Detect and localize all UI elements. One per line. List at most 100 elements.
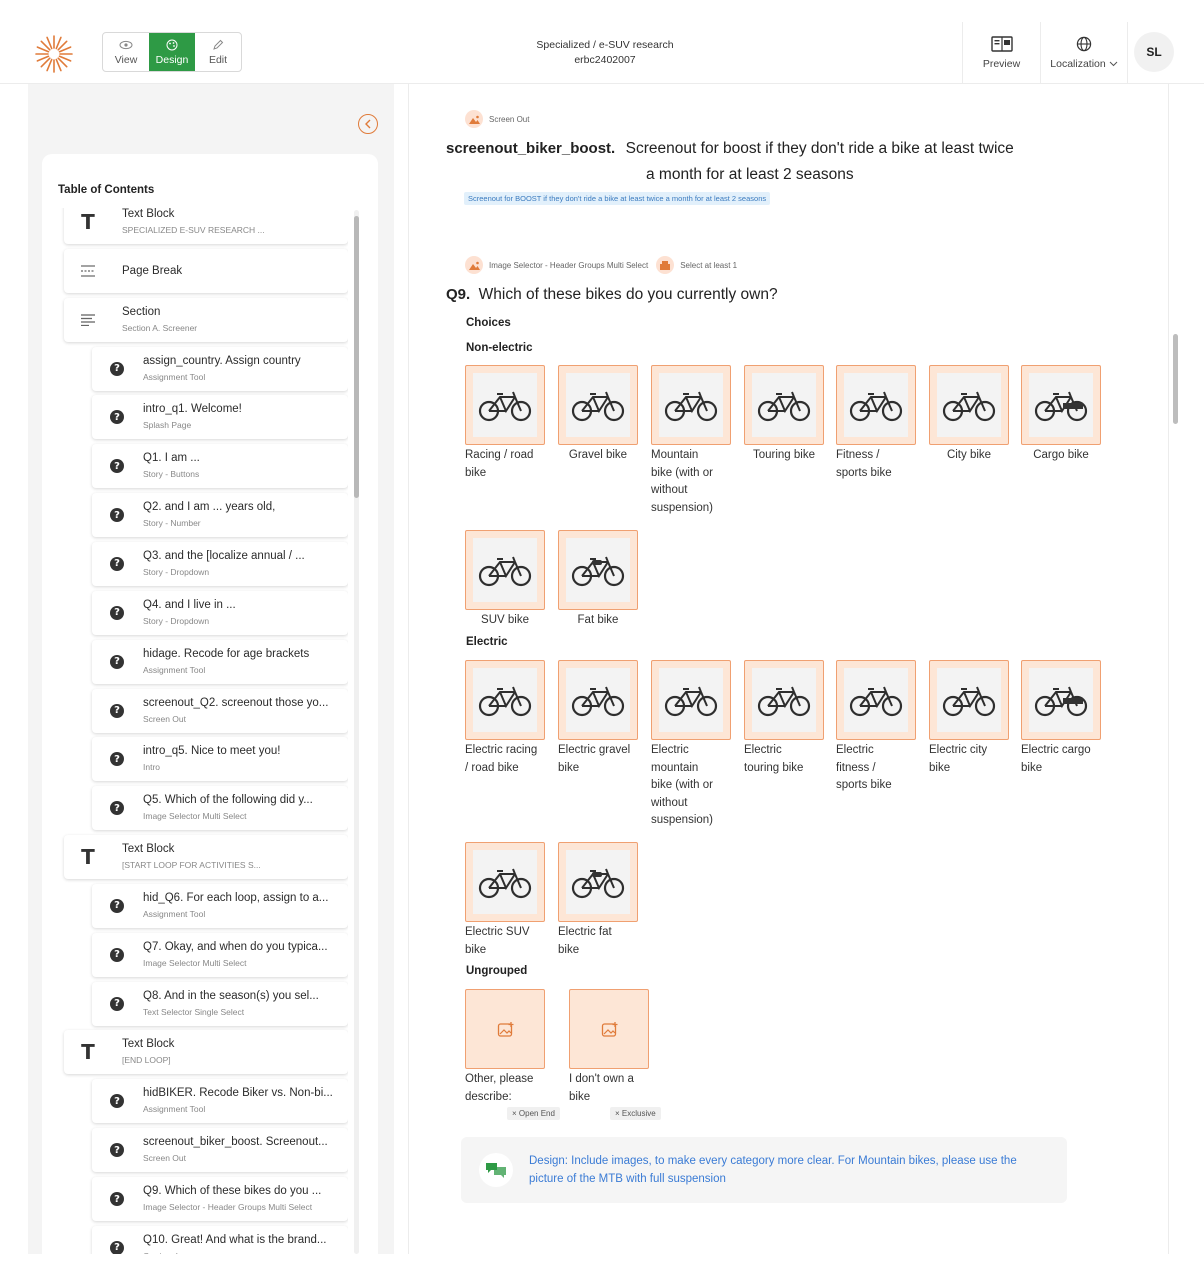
- choice-label-line: Fat bike: [577, 614, 619, 626]
- toc-item[interactable]: ? Q4. and I live in ... Story - Dropdown: [92, 590, 348, 635]
- question-icon: ?: [92, 884, 142, 928]
- choice-flag-chip[interactable]: × Exclusive: [610, 1107, 661, 1120]
- toc-item[interactable]: ? Q5. Which of the following did y... Imag…: [92, 786, 348, 831]
- view-mode-button[interactable]: View: [103, 33, 149, 71]
- text-block-icon: T: [81, 210, 95, 234]
- choice-flag-chip[interactable]: × Open End: [507, 1107, 560, 1120]
- choice-card[interactable]: [651, 660, 731, 740]
- user-avatar[interactable]: SL: [1134, 32, 1174, 72]
- choice-card[interactable]: [558, 660, 638, 740]
- toc-item[interactable]: ? hidage. Recode for age brackets Assignme…: [92, 639, 348, 684]
- toc-item[interactable]: ? Q2. and I am ... years old, Story - Numb…: [92, 493, 348, 538]
- choice-label: Electric SUV bike: [465, 924, 553, 959]
- choice-card[interactable]: [558, 365, 638, 445]
- choice-label: Fitness / sports bike: [836, 447, 924, 482]
- choice-card[interactable]: [558, 530, 638, 610]
- choice-card[interactable]: [836, 660, 916, 740]
- toc-scrollbar[interactable]: [354, 210, 359, 1254]
- toc-item-type: Assignment Tool: [143, 908, 206, 919]
- toc-item[interactable]: ? Q7. Okay, and when do you typica... Imag…: [92, 932, 348, 977]
- choice-flag-label: Open End: [518, 1109, 555, 1118]
- mode-switch: View Design Edit: [102, 32, 242, 72]
- choice-label-line: / road bike: [465, 761, 519, 774]
- checklist-icon: [656, 256, 675, 274]
- toc-item[interactable]: ?Q10. Great! And what is the brand... Car…: [92, 1225, 348, 1254]
- choice-label-line: SUV bike: [481, 614, 529, 626]
- chevron-down-icon: [1109, 61, 1118, 67]
- choice-card[interactable]: [465, 660, 545, 740]
- toc-item-type: Assignment Tool: [143, 371, 206, 382]
- remove-icon: ×: [615, 1109, 622, 1118]
- toc-item[interactable]: ? intro_q1. Welcome! Splash Page: [92, 395, 348, 440]
- question-icon: ?: [92, 493, 142, 537]
- toc-item[interactable]: ? hidBIKER. Recode Biker vs. Non-bi... Ass…: [92, 1079, 348, 1124]
- design-comment[interactable]: Design: Include images, to make every ca…: [461, 1137, 1067, 1203]
- eye-icon: [119, 40, 133, 49]
- choice-card[interactable]: [1021, 660, 1101, 740]
- choice-card[interactable]: [465, 365, 545, 445]
- choice-label-line: Touring bike: [752, 449, 815, 461]
- choice-label-line: Mountain: [651, 449, 699, 461]
- toc-item[interactable]: ? screenout_biker_boost. Screenout... Scre…: [92, 1128, 348, 1173]
- choice-card[interactable]: [929, 660, 1009, 740]
- choice-card[interactable]: [465, 530, 545, 610]
- choice-card[interactable]: [836, 365, 916, 445]
- toc-item[interactable]: ? Q9. Which of these bikes do you ... Imag…: [92, 1177, 348, 1221]
- screenout-heading[interactable]: screenout_biker_boost. Screenout for boo…: [446, 140, 1106, 158]
- toc-item-type: Image Selector Multi Select: [143, 811, 247, 822]
- q9-heading[interactable]: Q9. Which of these bikes do you currentl…: [446, 286, 778, 304]
- choice-card[interactable]: [744, 660, 824, 740]
- toc-item-label: intro_q5. Nice to meet you!: [143, 745, 281, 758]
- choice-card[interactable]: [1021, 365, 1101, 445]
- toc-item[interactable]: Section Section A. Screener: [64, 297, 348, 342]
- choice-label: SUV bike: [461, 612, 549, 630]
- design-mode-button[interactable]: Design: [149, 33, 195, 71]
- edit-mode-button[interactable]: Edit: [195, 33, 241, 71]
- question-icon: ?: [92, 395, 142, 439]
- toc-scrollbar-thumb[interactable]: [354, 216, 359, 498]
- toc-item-type: Screen Out: [143, 713, 186, 724]
- toc-item-label: hid_Q6. For each loop, assign to a...: [143, 891, 329, 904]
- brand-logo[interactable]: [34, 34, 74, 74]
- question-icon: ?: [92, 591, 142, 635]
- toc-item[interactable]: ? Q3. and the [localize annual / ... Story…: [92, 541, 348, 586]
- choice-label: Other, please describe:: [465, 1071, 553, 1106]
- toc-item[interactable]: T Text Block [START LOOP FOR ACTIVITIES S.…: [64, 835, 348, 880]
- toc-item[interactable]: ? screenout_Q2. screenout those yo... Scre…: [92, 688, 348, 733]
- question-icon: ?: [92, 542, 142, 586]
- choice-label-line: suspension): [651, 814, 714, 826]
- choice-label-line: bike: [569, 1090, 591, 1103]
- main-scrollbar[interactable]: [1173, 334, 1178, 424]
- collapse-sidebar-button[interactable]: [358, 114, 378, 134]
- toc-item[interactable]: ? Q8. And in the season(s) you sel... Text…: [92, 981, 348, 1026]
- choice-label-line: Racing / road: [465, 449, 534, 461]
- choice-card[interactable]: [558, 842, 638, 922]
- group-title-nonelectric: Non-electric: [466, 342, 533, 354]
- toc-item[interactable]: ? intro_q5. Nice to meet you! Intro: [92, 737, 348, 782]
- toc-item-label: assign_country. Assign country: [143, 354, 301, 367]
- toc-item[interactable]: Page Break: [64, 248, 348, 293]
- toc-item[interactable]: ? assign_country. Assign country Assignmen…: [92, 346, 348, 391]
- choice-label-line: without: [651, 796, 688, 809]
- toc-item[interactable]: T Text Block [END LOOP]: [64, 1030, 348, 1075]
- choice-card[interactable]: [744, 365, 824, 445]
- choice-card[interactable]: [929, 365, 1009, 445]
- choice-card[interactable]: [569, 989, 649, 1069]
- choice-label-line: Cargo bike: [1033, 449, 1089, 461]
- toc-item[interactable]: T Text Block SPECIALIZED E-SUV RESEARCH ..…: [64, 208, 348, 244]
- toc-item-type: Screen Out: [143, 1153, 186, 1164]
- preview-button[interactable]: Preview: [963, 22, 1040, 84]
- toc-item-label: Text Block: [122, 1038, 175, 1051]
- toc-item-label: Text Block: [122, 843, 175, 856]
- choice-card[interactable]: [651, 365, 731, 445]
- choice-label: Racing / road bike: [465, 447, 553, 482]
- toc-item[interactable]: ? hid_Q6. For each loop, assign to a... As…: [92, 883, 348, 928]
- toc-item[interactable]: ? Q1. I am ... Story - Buttons: [92, 444, 348, 489]
- choice-card[interactable]: [465, 842, 545, 922]
- preview-label: Preview: [982, 58, 1021, 70]
- choice-card[interactable]: [465, 989, 545, 1069]
- toc-list[interactable]: T Text Block SPECIALIZED E-SUV RESEARCH ..…: [60, 208, 348, 1254]
- localization-dropdown[interactable]: Localization: [1041, 22, 1127, 84]
- choice-label-line: bike: [558, 943, 580, 956]
- view-mode-label: View: [114, 53, 138, 66]
